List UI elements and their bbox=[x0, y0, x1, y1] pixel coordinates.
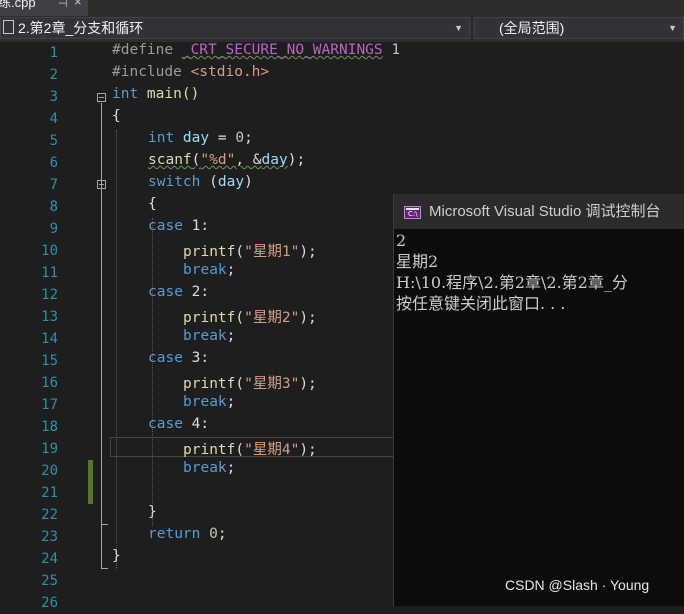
outline-line bbox=[101, 103, 102, 517]
code-line-15: case 3: bbox=[148, 350, 210, 366]
line-number: 23 bbox=[41, 529, 58, 545]
outline-end-marker bbox=[101, 524, 108, 525]
console-title: Microsoft Visual Studio 调试控制台 bbox=[429, 203, 661, 220]
code-line-1: #define _CRT_SECURE_NO_WARNINGS 1 bbox=[112, 42, 401, 58]
code-line-11: break; bbox=[183, 262, 236, 278]
code-line-10: printf("星期1"); bbox=[183, 244, 317, 260]
code-line-20: break; bbox=[183, 460, 236, 476]
line-number: 16 bbox=[41, 375, 58, 391]
line-number: 11 bbox=[41, 265, 58, 281]
line-number: 24 bbox=[41, 551, 58, 567]
line-number: 20 bbox=[41, 463, 58, 479]
project-dropdown-label: 2.第2章_分支和循环 bbox=[18, 20, 144, 36]
line-number: 21 bbox=[41, 485, 58, 501]
console-output-line: 2 bbox=[396, 231, 407, 250]
code-line-17: break; bbox=[183, 394, 236, 410]
line-number: 13 bbox=[41, 309, 58, 325]
code-line-22: } bbox=[148, 504, 157, 520]
navigation-bar: 2.第2章_分支和循环 ▼ (全局范围) ▼ bbox=[0, 16, 684, 42]
code-line-18: case 4: bbox=[148, 416, 210, 432]
line-number-gutter: 1 2 3 4 5 6 7 8 9 10 11 12 13 14 15 16 1… bbox=[0, 42, 62, 611]
collapse-toggle-main[interactable] bbox=[97, 93, 106, 102]
change-indicator bbox=[88, 460, 93, 504]
collapse-toggle-switch[interactable] bbox=[97, 180, 106, 189]
code-line-8: { bbox=[148, 196, 157, 212]
indent-guide bbox=[152, 218, 153, 526]
line-number: 17 bbox=[41, 397, 58, 413]
code-line-7: switch (day) bbox=[148, 174, 253, 190]
console-title-bar[interactable]: C:\ Microsoft Visual Studio 调试控制台 bbox=[394, 194, 684, 229]
line-number: 22 bbox=[41, 507, 58, 523]
pin-icon[interactable]: ⊣ bbox=[58, 0, 68, 11]
line-number: 9 bbox=[49, 221, 58, 237]
code-line-5: int day = 0; bbox=[148, 130, 253, 146]
line-number: 10 bbox=[41, 243, 58, 259]
line-number: 15 bbox=[41, 353, 58, 369]
line-number: 3 bbox=[49, 89, 58, 105]
line-number: 5 bbox=[49, 133, 58, 149]
line-number: 26 bbox=[41, 595, 58, 611]
watermark-text: CSDN @Slash · Young bbox=[505, 577, 650, 593]
debug-console-window[interactable]: C:\ Microsoft Visual Studio 调试控制台 2 星期2 … bbox=[393, 194, 684, 606]
line-number: 19 bbox=[41, 441, 58, 457]
code-line-16: printf("星期3"); bbox=[183, 376, 317, 392]
indent-guide bbox=[116, 130, 117, 570]
outline-line bbox=[101, 517, 102, 568]
document-tab[interactable]: 练.cpp ⊣ × bbox=[0, 0, 88, 16]
code-line-13: printf("星期2"); bbox=[183, 310, 317, 326]
outline-end-marker bbox=[101, 568, 108, 569]
code-line-9: case 1: bbox=[148, 218, 210, 234]
line-number: 1 bbox=[49, 45, 58, 61]
line-number: 7 bbox=[49, 177, 58, 193]
project-dropdown[interactable]: 2.第2章_分支和循环 ▼ bbox=[0, 17, 470, 39]
document-tab-strip: 练.cpp ⊣ × bbox=[0, 0, 684, 16]
close-icon[interactable]: × bbox=[74, 0, 82, 9]
console-output-line: H:\10.程序\2.第2章\2.第2章_分 bbox=[396, 273, 628, 292]
line-number: 6 bbox=[49, 155, 58, 171]
console-app-icon: C:\ bbox=[404, 206, 421, 219]
tab-title: 练.cpp bbox=[0, 0, 36, 10]
console-output-line: 星期2 bbox=[396, 252, 439, 271]
code-line-12: case 2: bbox=[148, 284, 210, 300]
code-line-2: #include <stdio.h> bbox=[112, 64, 270, 80]
code-line-3: int main() bbox=[112, 86, 200, 102]
code-line-19: printf("星期4"); bbox=[183, 442, 317, 458]
line-number: 4 bbox=[49, 111, 58, 127]
dropdown-arrow-icon: ▼ bbox=[668, 23, 677, 33]
line-number: 14 bbox=[41, 331, 58, 347]
code-line-14: break; bbox=[183, 328, 236, 344]
code-line-6: scanf("%d", &day); bbox=[148, 152, 306, 168]
line-number: 25 bbox=[41, 573, 58, 589]
line-number: 12 bbox=[41, 287, 58, 303]
scope-dropdown-label: (全局范围) bbox=[499, 20, 565, 36]
line-number: 18 bbox=[41, 419, 58, 435]
code-line-24: } bbox=[112, 548, 121, 564]
code-line-4: { bbox=[112, 108, 121, 124]
project-file-icon bbox=[3, 20, 14, 34]
dropdown-arrow-icon: ▼ bbox=[454, 23, 463, 33]
line-number: 2 bbox=[49, 67, 58, 83]
console-output-line: 按任意键关闭此窗口. . . bbox=[396, 294, 566, 313]
scope-dropdown[interactable]: (全局范围) ▼ bbox=[474, 17, 684, 39]
code-line-23: return 0; bbox=[148, 526, 227, 542]
line-number: 8 bbox=[49, 199, 58, 215]
